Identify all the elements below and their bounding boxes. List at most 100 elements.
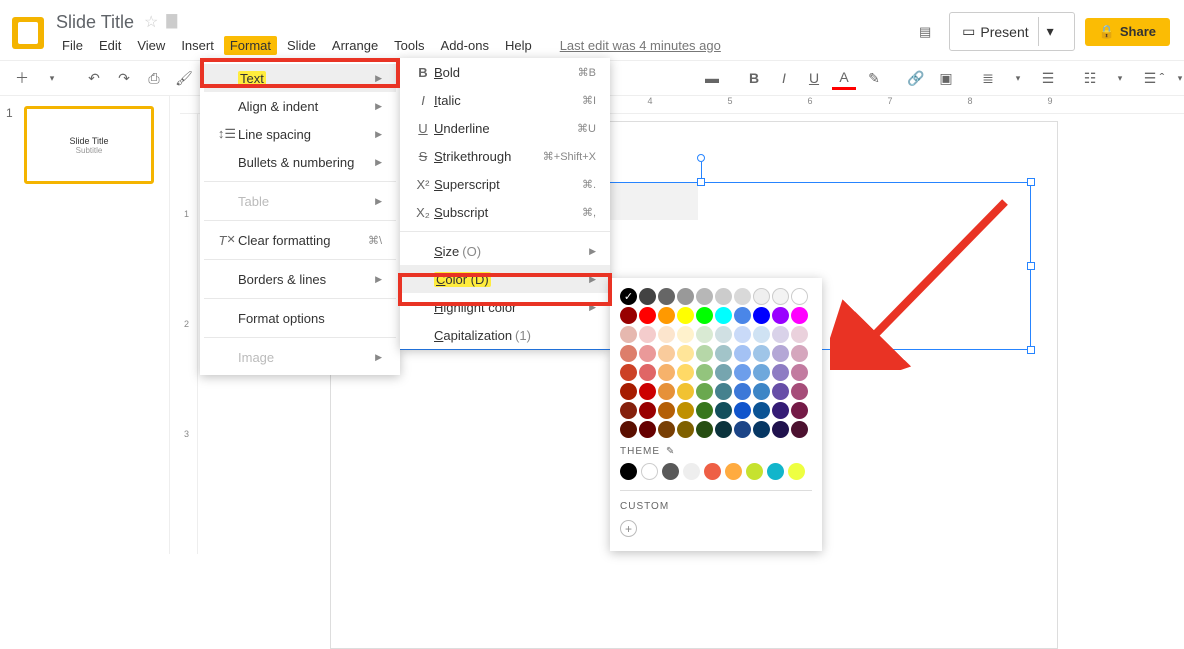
new-slide-button[interactable]: ＋ — [10, 66, 34, 90]
last-edit-info[interactable]: Last edit was 4 minutes ago — [554, 36, 727, 55]
color-swatch[interactable] — [734, 326, 751, 343]
color-swatch[interactable] — [715, 288, 732, 305]
folder-icon[interactable]: ▇ — [166, 12, 177, 32]
color-swatch[interactable] — [791, 307, 808, 324]
redo-button[interactable]: ↷ — [112, 66, 136, 90]
print-button[interactable]: ⎙ — [142, 66, 166, 90]
color-swatch[interactable] — [753, 383, 770, 400]
color-swatch[interactable] — [677, 288, 694, 305]
color-swatch[interactable] — [734, 345, 751, 362]
slide-thumbnail[interactable]: Slide Title Subtitle — [24, 106, 154, 184]
color-swatch[interactable] — [791, 364, 808, 381]
format-menu-format-options[interactable]: Format options — [204, 304, 396, 332]
color-swatch[interactable] — [791, 402, 808, 419]
text-menu-highlight-color[interactable]: Highlight color▶ — [400, 293, 610, 321]
paint-format-button[interactable]: 🖌 — [172, 66, 196, 90]
link-button[interactable]: 🔗 — [904, 66, 928, 90]
menu-slide[interactable]: Slide — [281, 36, 322, 55]
theme-swatch[interactable] — [788, 463, 805, 480]
color-swatch[interactable] — [620, 364, 637, 381]
color-swatch[interactable] — [734, 364, 751, 381]
document-title[interactable]: Slide Title — [56, 12, 134, 33]
format-menu-borders-lines[interactable]: Borders & lines▶ — [204, 265, 396, 293]
text-menu-capitalization[interactable]: Capitalization(1) — [400, 321, 610, 349]
color-swatch[interactable] — [658, 345, 675, 362]
resize-handle[interactable] — [1027, 262, 1035, 270]
text-menu-color[interactable]: Color (D)▶ — [400, 265, 610, 293]
color-swatch[interactable] — [772, 307, 789, 324]
color-swatch[interactable]: ✓ — [620, 288, 637, 305]
color-swatch[interactable] — [677, 402, 694, 419]
color-swatch[interactable] — [734, 421, 751, 438]
color-swatch[interactable] — [753, 307, 770, 324]
resize-handle[interactable] — [1027, 346, 1035, 354]
theme-swatch[interactable] — [746, 463, 763, 480]
color-swatch[interactable] — [620, 345, 637, 362]
color-swatch[interactable] — [753, 345, 770, 362]
color-swatch[interactable] — [753, 364, 770, 381]
align-button[interactable]: ≣ — [976, 66, 1000, 90]
color-swatch[interactable] — [715, 421, 732, 438]
menu-add-ons[interactable]: Add-ons — [435, 36, 495, 55]
present-caret-icon[interactable]: ▾ — [1038, 17, 1062, 46]
color-swatch[interactable] — [620, 326, 637, 343]
color-swatch[interactable] — [734, 402, 751, 419]
numbered-caret[interactable]: ▾ — [1108, 66, 1132, 90]
color-swatch[interactable] — [734, 288, 751, 305]
text-menu-subscript[interactable]: X₂Subscript⌘, — [400, 198, 610, 226]
color-swatch[interactable] — [772, 383, 789, 400]
format-menu-text[interactable]: Text▶ — [204, 64, 396, 92]
color-swatch[interactable] — [791, 288, 808, 305]
color-swatch[interactable] — [677, 345, 694, 362]
color-swatch[interactable] — [639, 307, 656, 324]
color-swatch[interactable] — [753, 326, 770, 343]
color-swatch[interactable] — [772, 402, 789, 419]
fill-color-button[interactable]: ▬ — [700, 66, 724, 90]
theme-swatch[interactable] — [767, 463, 784, 480]
color-swatch[interactable] — [696, 326, 713, 343]
share-button[interactable]: 🔒 Share — [1085, 18, 1170, 46]
text-menu-strikethrough[interactable]: SStrikethrough⌘+Shift+X — [400, 142, 610, 170]
color-swatch[interactable] — [677, 364, 694, 381]
underline-button[interactable]: U — [802, 66, 826, 90]
align-caret[interactable]: ▾ — [1006, 66, 1030, 90]
color-swatch[interactable] — [677, 326, 694, 343]
comment-button[interactable]: ▣ — [934, 66, 958, 90]
bold-button[interactable]: B — [742, 66, 766, 90]
color-swatch[interactable] — [772, 288, 789, 305]
color-swatch[interactable] — [639, 421, 656, 438]
color-swatch[interactable] — [620, 421, 637, 438]
theme-swatch[interactable] — [704, 463, 721, 480]
color-swatch[interactable] — [620, 402, 637, 419]
color-swatch[interactable] — [734, 383, 751, 400]
color-swatch[interactable] — [639, 383, 656, 400]
color-swatch[interactable] — [658, 402, 675, 419]
text-color-button[interactable]: A — [832, 66, 856, 90]
color-swatch[interactable] — [677, 421, 694, 438]
color-swatch[interactable] — [696, 345, 713, 362]
color-swatch[interactable] — [658, 421, 675, 438]
resize-handle[interactable] — [697, 178, 705, 186]
format-menu-clear-formatting[interactable]: T✕Clear formatting⌘\ — [204, 226, 396, 254]
color-swatch[interactable] — [772, 364, 789, 381]
highlight-button[interactable]: ✎ — [862, 66, 886, 90]
color-swatch[interactable] — [639, 402, 656, 419]
present-button[interactable]: ▭ Present ▾ — [949, 12, 1075, 51]
color-swatch[interactable] — [715, 307, 732, 324]
add-custom-color-button[interactable]: + — [620, 520, 637, 537]
text-menu-bold[interactable]: BBold⌘B — [400, 58, 610, 86]
menu-arrange[interactable]: Arrange — [326, 36, 384, 55]
color-swatch[interactable] — [620, 307, 637, 324]
color-swatch[interactable] — [715, 402, 732, 419]
color-swatch[interactable] — [715, 364, 732, 381]
color-swatch[interactable] — [791, 345, 808, 362]
color-swatch[interactable] — [696, 364, 713, 381]
color-swatch[interactable] — [639, 288, 656, 305]
menu-tools[interactable]: Tools — [388, 36, 430, 55]
italic-button[interactable]: I — [772, 66, 796, 90]
color-swatch[interactable] — [734, 307, 751, 324]
format-menu-bullets-numbering[interactable]: Bullets & numbering▶ — [204, 148, 396, 176]
color-swatch[interactable] — [772, 326, 789, 343]
color-swatch[interactable] — [620, 383, 637, 400]
color-swatch[interactable] — [696, 421, 713, 438]
